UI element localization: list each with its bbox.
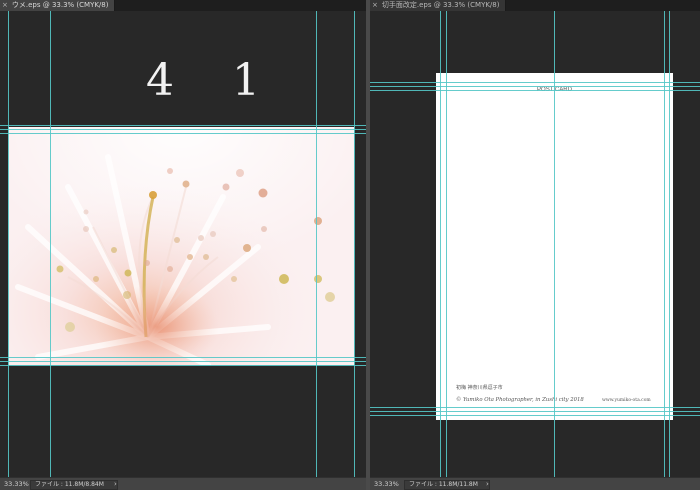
guide-horizontal[interactable]	[370, 82, 700, 83]
guide-horizontal[interactable]	[370, 411, 700, 412]
tab-ume-eps[interactable]: × ウメ.eps @ 33.3% (CMYK/8)	[0, 0, 116, 11]
guide-horizontal[interactable]	[370, 407, 700, 408]
postcard-url: www.yumiko-ota.com	[602, 398, 651, 403]
close-tab-icon[interactable]: ×	[372, 1, 378, 9]
guide-horizontal[interactable]	[370, 415, 700, 416]
zoom-level[interactable]: 33.33%	[374, 478, 399, 490]
tab-title: ウメ.eps @ 33.3% (CMYK/8)	[11, 1, 109, 9]
tab-stamp-side-eps[interactable]: × 切手面改定.eps @ 33.3% (CMYK/8)	[370, 0, 507, 11]
guide-vertical[interactable]	[8, 11, 9, 478]
close-tab-icon[interactable]: ×	[2, 1, 8, 9]
guide-horizontal[interactable]	[370, 86, 700, 87]
guide-horizontal[interactable]	[0, 365, 366, 366]
left-status-bar: 33.33% ファイル : 11.8M/8.84M ›	[0, 477, 366, 490]
guide-vertical[interactable]	[354, 11, 355, 478]
left-tab-bar: × ウメ.eps @ 33.3% (CMYK/8)	[0, 0, 366, 11]
right-canvas[interactable]: POST CARD 初梅 神奈川県逗子市 © Yumiko Ota Photog…	[370, 11, 700, 478]
zoom-level[interactable]: 33.33%	[4, 478, 29, 490]
status-menu-arrow-icon[interactable]: ›	[114, 478, 117, 490]
guide-horizontal[interactable]	[0, 129, 366, 130]
guide-horizontal[interactable]	[0, 361, 366, 362]
status-menu-arrow-icon[interactable]: ›	[486, 478, 489, 490]
right-tab-bar: × 切手面改定.eps @ 33.3% (CMYK/8)	[370, 0, 700, 11]
right-document-window: ×切手面改定.eps @ 33.3% (CMYK/8) POST CARD 初梅…	[370, 0, 700, 490]
right-status-bar: 33.33% ファイル : 11.8M/11.8M ›	[370, 477, 700, 490]
file-size-info[interactable]: ファイル : 11.8M/8.84M	[30, 480, 118, 490]
guide-vertical[interactable]	[316, 11, 317, 478]
guide-horizontal[interactable]	[0, 125, 366, 126]
left-document-window: × ウメ.eps @ 33.3% (CMYK/8) 4 1 33.33% ファイ…	[0, 0, 366, 490]
tab-title: 切手面改定.eps @ 33.3% (CMYK/8)	[381, 1, 500, 9]
guide-horizontal[interactable]	[0, 357, 366, 358]
postcard-address: 初梅 神奈川県逗子市	[456, 385, 503, 391]
flower-photo	[8, 127, 354, 365]
file-size-info[interactable]: ファイル : 11.8M/11.8M	[404, 480, 490, 490]
postcard-credit: © Yumiko Ota Photographer, in Zushi city…	[456, 397, 584, 403]
guide-vertical[interactable]	[50, 11, 51, 478]
page-number-text: 4 1	[146, 55, 282, 106]
guide-horizontal[interactable]	[370, 90, 700, 91]
guide-horizontal[interactable]	[0, 133, 366, 134]
left-canvas[interactable]: 4 1	[0, 11, 366, 478]
